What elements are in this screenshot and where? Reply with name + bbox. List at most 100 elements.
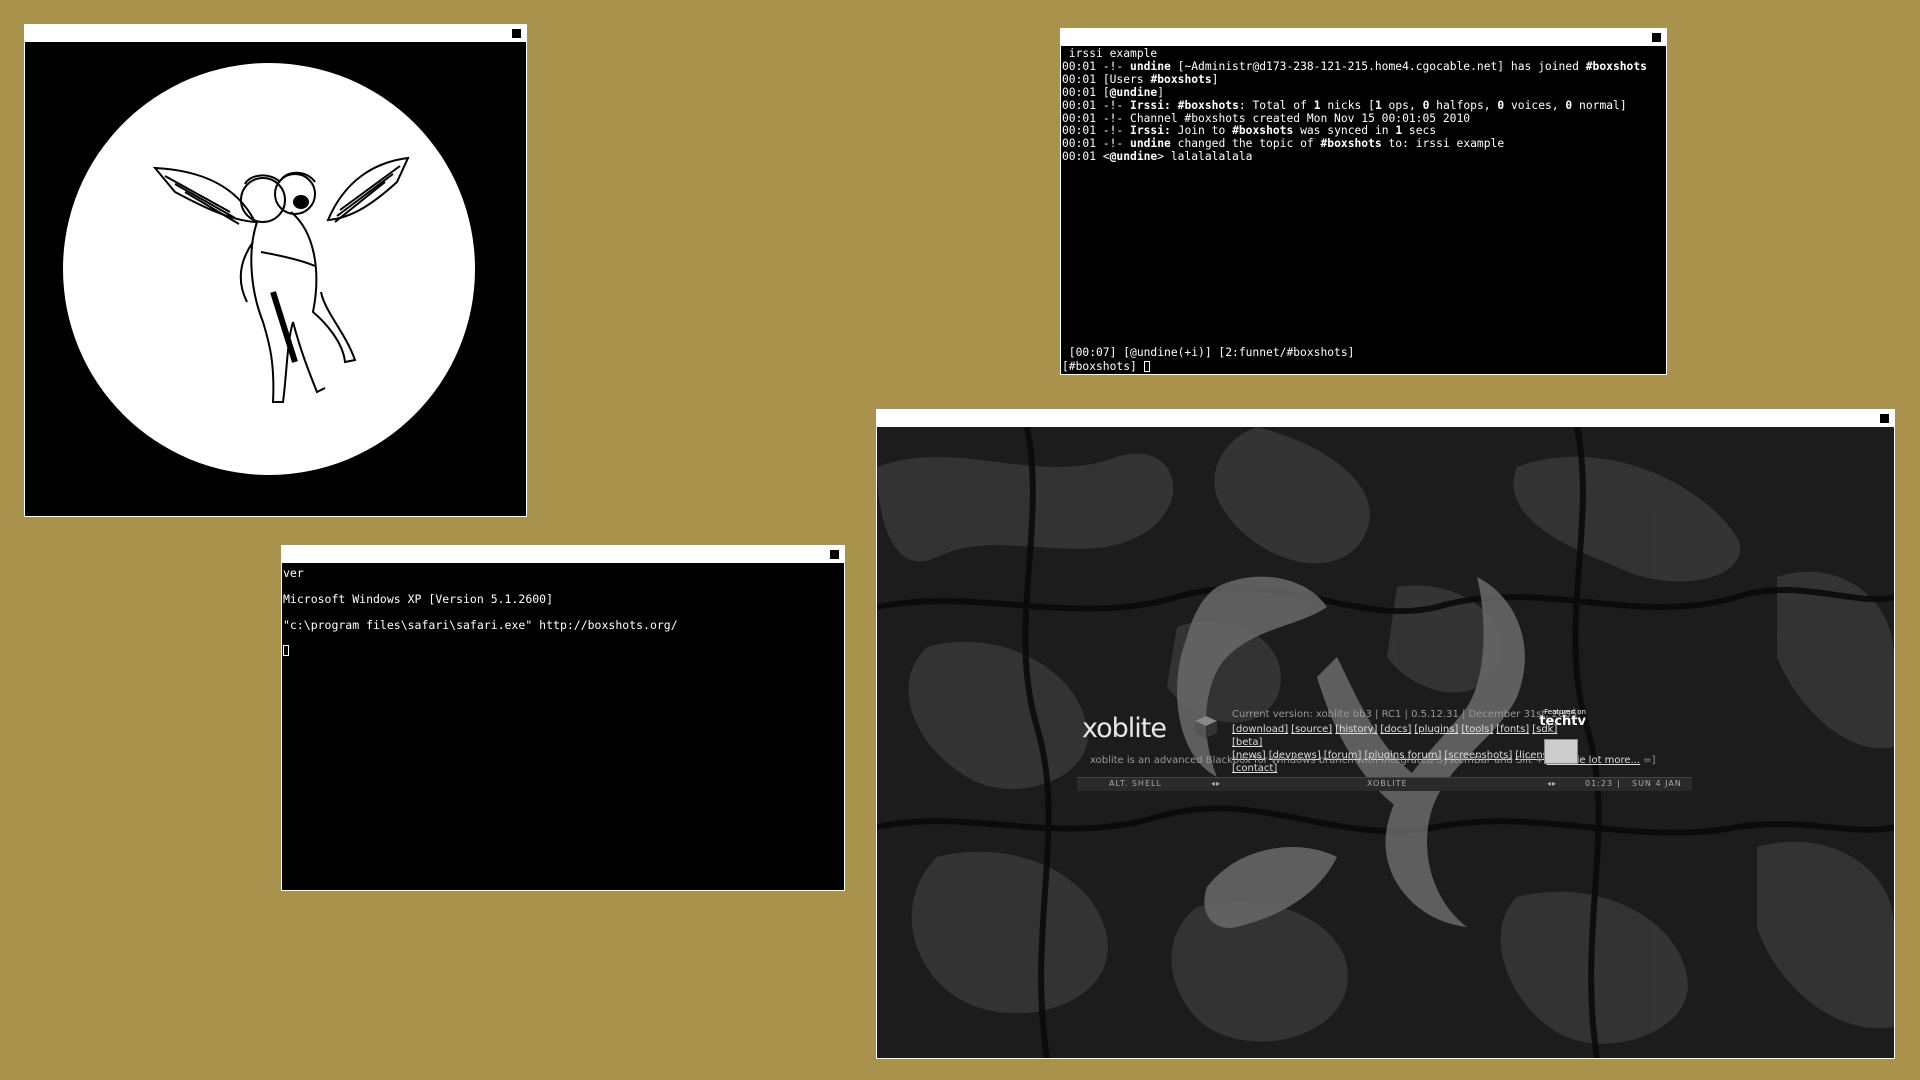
- irssi-topic: irssi example: [1062, 47, 1158, 60]
- xoblite-link[interactable]: [fonts]: [1496, 724, 1529, 735]
- cmd-line: [283, 632, 843, 645]
- cmd-window: ver Microsoft Windows XP [Version 5.1.26…: [281, 545, 845, 891]
- cmd-cursor: [283, 645, 289, 657]
- xoblite-version: Current version: xoblite bb3 | RC1 | 0.5…: [1232, 709, 1578, 720]
- irssi-text-segment: @undine: [1109, 85, 1158, 99]
- irssi-text-segment: Irssi:: [1130, 98, 1171, 112]
- irssi-text-segment: ]: [1211, 72, 1219, 86]
- irssi-timestamp: 00:01: [1062, 59, 1097, 73]
- xoblite-link[interactable]: [tools]: [1461, 724, 1493, 735]
- irssi-message-line: 00:01 <@undine> lalalalalala: [1062, 150, 1665, 164]
- toolbar-clock: 01:23: [1585, 779, 1614, 788]
- xoblite-titlebar[interactable]: [877, 410, 1894, 427]
- irssi-text-segment: @undine: [1109, 150, 1158, 164]
- cmd-line: [283, 580, 843, 593]
- irssi-text-segment: [: [1096, 85, 1110, 99]
- irssi-text-segment: [1171, 99, 1178, 112]
- toolbar-window-label[interactable]: XOBLITE: [1367, 779, 1408, 788]
- irssi-text-segment: undine: [1130, 137, 1171, 151]
- toolbar-separator: |: [1617, 779, 1621, 788]
- irssi-timestamp: 00:01: [1062, 98, 1097, 112]
- image-viewer-close-icon[interactable]: [512, 29, 521, 38]
- cmd-output: ver Microsoft Windows XP [Version 5.1.26…: [282, 563, 844, 661]
- blackbox-toolbar: ALT. SHELL ◂▸ XOBLITE ◂▸ 01:23 | SUN 4 J…: [1077, 777, 1692, 791]
- irssi-text-segment: changed the topic of: [1170, 137, 1321, 151]
- irssi-text-segment: <: [1096, 150, 1110, 164]
- xoblite-info-panel: xoblite Current version: xoblite bb3 | R…: [1082, 703, 1656, 779]
- irssi-text-segment: -!-: [1096, 98, 1131, 112]
- xoblite-links: [download] [source] [history] [docs] [plugin…: [1232, 723, 1592, 775]
- irssi-text-segment: voices,: [1504, 98, 1566, 112]
- irssi-titlebar[interactable]: [1061, 29, 1666, 46]
- xoblite-link[interactable]: [history]: [1335, 724, 1377, 735]
- irssi-cursor: [1143, 361, 1150, 373]
- irssi-timestamp: 00:01: [1062, 111, 1097, 125]
- thumbnail-image[interactable]: [1544, 739, 1578, 764]
- irssi-prompt: [#boxshots]: [1062, 360, 1144, 374]
- xoblite-link[interactable]: [download]: [1232, 724, 1288, 735]
- irssi-text-segment: normal]: [1572, 98, 1627, 112]
- xoblite-window: xoblite Current version: xoblite bb3 | R…: [876, 409, 1895, 1059]
- angel-image: [25, 42, 526, 516]
- xoblite-wallpaper: xoblite Current version: xoblite bb3 | R…: [877, 427, 1894, 1058]
- toolbar-workspace-label[interactable]: ALT. SHELL: [1109, 779, 1162, 788]
- cmd-close-icon[interactable]: [830, 550, 839, 559]
- irssi-text-segment: #boxshots: [1232, 124, 1294, 138]
- irssi-text-segment: Irssi:: [1130, 124, 1171, 138]
- irssi-timestamp: 00:01: [1062, 137, 1097, 151]
- xoblite-close-icon[interactable]: [1880, 414, 1889, 423]
- xoblite-link[interactable]: [plugins]: [1414, 724, 1458, 735]
- irssi-status-bar: [00:07] [@undine(+i)] [2:funnet/#boxshot…: [1062, 346, 1355, 360]
- xoblite-content: xoblite Current version: xoblite bb3 | R…: [877, 427, 1894, 1058]
- irssi-timestamp: 00:01: [1062, 150, 1097, 164]
- irssi-text-segment: #boxshots: [1150, 72, 1212, 86]
- image-viewer-titlebar[interactable]: [25, 25, 526, 42]
- xoblite-link[interactable]: [beta]: [1232, 737, 1262, 748]
- irssi-input-line[interactable]: [#boxshots]: [1062, 360, 1150, 374]
- toolbar-prev-arrow-icon[interactable]: ◂▸: [1211, 779, 1221, 788]
- irssi-text-segment: 1: [1374, 98, 1382, 112]
- irssi-timestamp: 00:01: [1062, 124, 1097, 138]
- irssi-text-segment: ]: [1157, 85, 1165, 99]
- irssi-text-segment: -!-: [1096, 59, 1131, 73]
- irssi-text-segment: halfops,: [1429, 98, 1498, 112]
- irssi-text-segment: [~Administr@d173-238-121-215.home4.cgoca…: [1170, 59, 1586, 73]
- cmd-cursor-line[interactable]: [283, 644, 843, 657]
- toolbar-date: SUN 4 JAN: [1632, 779, 1682, 788]
- irssi-text-segment: [Users: [1096, 72, 1151, 86]
- irssi-text-segment: #boxshots: [1177, 98, 1239, 112]
- irssi-text-segment: ops,: [1381, 98, 1423, 112]
- xoblite-link[interactable]: [docs]: [1380, 724, 1411, 735]
- cmd-titlebar[interactable]: [282, 546, 844, 563]
- irssi-window: irssi example 00:01 -!- undine [~Adminis…: [1060, 28, 1667, 375]
- xoblite-logo: xoblite: [1082, 713, 1167, 744]
- cmd-line: "c:\program files\safari\safari.exe" htt…: [283, 617, 678, 632]
- irssi-close-icon[interactable]: [1652, 33, 1661, 42]
- irssi-timestamp: 00:01: [1062, 85, 1097, 99]
- cmd-line: Microsoft Windows XP [Version 5.1.2600]: [283, 591, 554, 606]
- irssi-text-segment: 1: [1313, 98, 1321, 112]
- irssi-messages: 00:01 -!- undine [~Administr@d173-238-12…: [1061, 59, 1666, 166]
- image-viewer-window: [24, 24, 527, 517]
- irssi-text-segment: -!-: [1096, 124, 1131, 138]
- xoblite-link[interactable]: [source]: [1291, 724, 1332, 735]
- cube-icon: [1195, 716, 1217, 738]
- irssi-text-segment: #boxshots: [1320, 137, 1382, 151]
- irssi-text-segment: -!- Channel #boxshots created Mon Nov 15…: [1096, 111, 1471, 125]
- irssi-content[interactable]: irssi example 00:01 -!- undine [~Adminis…: [1061, 46, 1666, 374]
- image-viewer-content: [25, 42, 526, 516]
- irssi-text-segment: #boxshots: [1585, 59, 1647, 73]
- irssi-text-segment: Join to: [1170, 124, 1233, 138]
- irssi-text-segment: > lalalalalala: [1157, 150, 1253, 164]
- irssi-text-segment: secs: [1402, 124, 1437, 138]
- irssi-timestamp: 00:01: [1062, 72, 1097, 86]
- irssi-text-segment: -!-: [1096, 137, 1131, 151]
- cmd-content[interactable]: ver Microsoft Windows XP [Version 5.1.26…: [282, 563, 844, 890]
- techtv-badge[interactable]: Featured on techtv: [1539, 707, 1586, 729]
- techtv-logo: techtv: [1539, 714, 1586, 729]
- irssi-text-segment: nicks [: [1320, 98, 1375, 112]
- toolbar-next-arrow-icon[interactable]: ◂▸: [1547, 779, 1557, 788]
- cmd-line: ver: [283, 566, 304, 580]
- irssi-text-segment: to: irssi example: [1381, 137, 1505, 151]
- irssi-text-segment: undine: [1130, 59, 1171, 73]
